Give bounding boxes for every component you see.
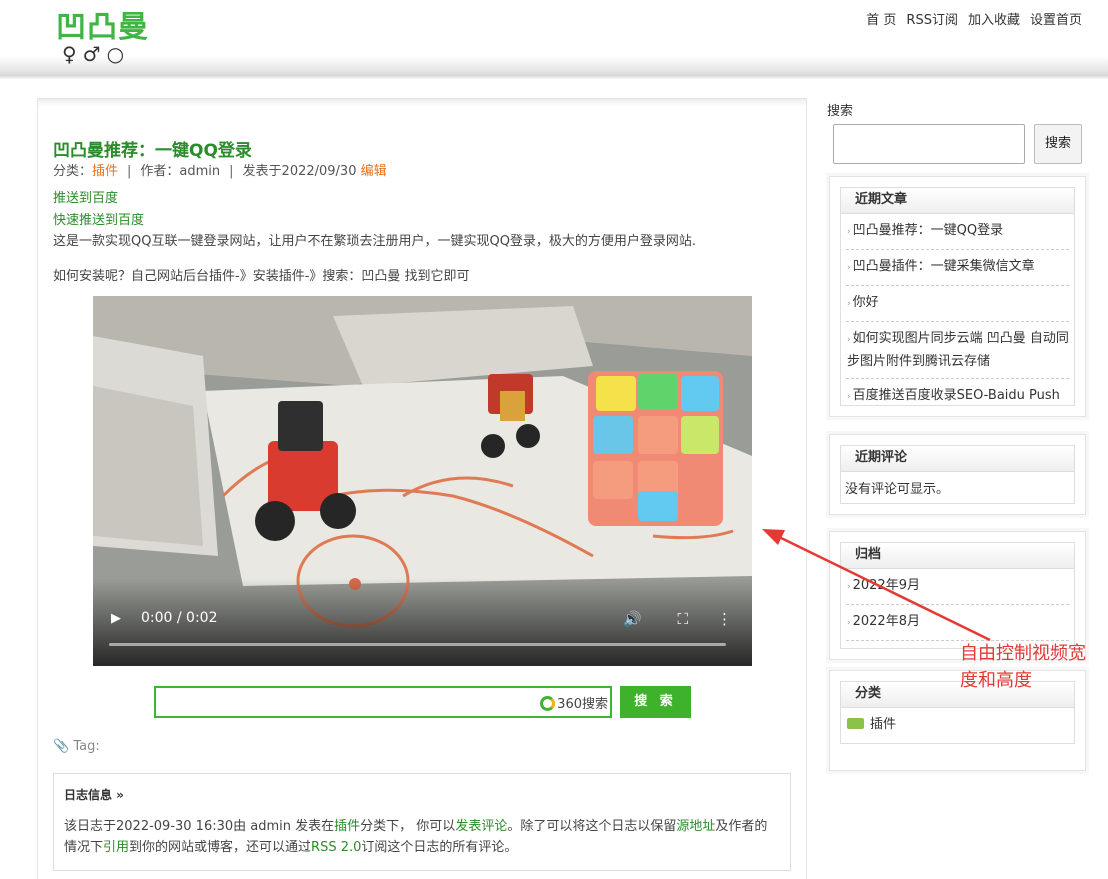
annotation-text: 自由控制视频宽 度和高度 [960,643,1086,691]
post-info-box: 日志信息 » 该日志于2022-09-30 16:30由 admin 发表在插件… [53,773,791,871]
header-divider [0,76,1108,79]
arrow-icon: › [847,227,851,237]
info-rss-link[interactable]: RSS 2.0 [311,840,361,855]
paperclip-icon: 📎 [53,739,70,754]
no-comments-text: 没有评论可显示。 [845,482,950,497]
post-info-text: 该日志于2022-09-30 16:30由 admin 发表在插件分类下， 你可… [64,819,768,855]
info-source-link[interactable]: 源地址 [676,819,715,834]
widget-inner: 近期评论 没有评论可显示。 [840,445,1075,504]
folder-icon [847,718,864,729]
archive-item[interactable]: › 2022年8月 [846,605,1069,641]
post-paragraph: 这是一款实现QQ互联一键登录网站，让用户不在繁琐去注册用户，一键实现QQ登录，极… [53,234,697,249]
volume-icon[interactable]: 🔊 [623,610,642,628]
push-baidu-link[interactable]: 推送到百度 [53,187,118,206]
info-quote-link[interactable]: 引用 [103,840,129,855]
post-title[interactable]: 凹凸曼推荐：一键QQ登录 [53,136,252,161]
archive-item[interactable]: › 2022年9月 [846,569,1069,605]
meta-separator: | [127,164,132,179]
nav-bookmark[interactable]: 加入收藏 [968,9,1020,28]
video-progress-bar[interactable] [109,643,726,646]
fast-push-baidu-link[interactable]: 快速推送到百度 [53,209,144,228]
main-top-shade [38,99,806,107]
search-360-button[interactable]: 搜 索 [620,686,691,718]
arrow-icon: › [847,263,851,273]
search-360-input[interactable]: 360搜索 [154,686,612,718]
arrow-icon: › [847,582,851,592]
main-content: 凹凸曼推荐：一键QQ登录 分类：插件 | 作者：admin | 发表于2022/09/3… [37,98,807,879]
widget-title: 归档 [841,543,1074,569]
meta-date: 发表于2022/09/30 [242,164,357,179]
logo-gender-icons: ♀♂○ [62,42,131,66]
nav-set-home[interactable]: 设置首页 [1030,9,1082,28]
category-item[interactable]: 插件 [846,708,1069,741]
recent-post-item[interactable]: › 凹凸曼插件：一键采集微信文章 [846,250,1069,286]
meta-separator: | [229,164,234,179]
logo-text: 凹凸曼 [56,10,149,45]
widget-title: 近期评论 [841,446,1074,472]
post-info-title: 日志信息 » [64,788,124,802]
site-logo[interactable]: 凹凸曼 ♀♂○ [56,10,156,66]
sidebar-search-input[interactable] [833,124,1025,164]
arrow-icon: › [847,392,851,402]
sidebar-search-button[interactable]: 搜索 [1034,124,1082,164]
video-player[interactable]: ▶ 0:00 / 0:02 🔊 ⛶ ⋮ [93,296,752,666]
post-paragraph: 如何安装呢？自己网站后台插件-》安装插件-》搜索：凹凸曼 找到它即可 [53,269,470,284]
search-360-brand: 360搜索 [540,693,608,712]
meta-category-link[interactable]: 插件 [92,164,118,179]
meta-category-label: 分类： [53,164,93,179]
play-icon[interactable]: ▶ [111,611,121,626]
fullscreen-icon[interactable]: ⛶ [677,610,688,628]
tag-line: 📎 Tag: [53,739,100,754]
widget-recent-comments: 近期评论 没有评论可显示。 [829,434,1086,515]
recent-post-item[interactable]: › 如何实现图片同步云端 凹凸曼 自动同步图片附件到腾讯云存储 [846,322,1069,379]
more-options-icon[interactable]: ⋮ [717,610,732,628]
edit-link[interactable]: 编辑 [361,164,387,179]
nav-rss[interactable]: RSS订阅 [906,9,958,28]
widget-title: 近期文章 [841,188,1074,214]
info-comment-link[interactable]: 发表评论 [455,819,507,834]
video-time: 0:00 / 0:02 [141,610,218,626]
widget-recent-posts: 近期文章 › 凹凸曼推荐：一键QQ登录 › 凹凸曼插件：一键采集微信文章 › 你好 ›… [829,176,1086,417]
top-nav: 首 页 RSS订阅 加入收藏 设置首页 [866,9,1082,28]
widget-inner: 近期文章 › 凹凸曼推荐：一键QQ登录 › 凹凸曼插件：一键采集微信文章 › 你好 ›… [840,187,1075,406]
arrow-icon: › [847,299,851,309]
post-meta: 分类：插件 | 作者：admin | 发表于2022/09/30 编辑 [53,160,387,179]
arrow-icon: › [847,335,851,345]
sidebar-search-label: 搜索 [827,104,854,119]
arrow-icon: › [847,618,851,628]
widget-inner: 归档 › 2022年9月 › 2022年8月 [840,542,1075,649]
recent-post-item[interactable]: › 凹凸曼推荐：一键QQ登录 [846,214,1069,250]
info-category-link[interactable]: 插件 [334,819,360,834]
recent-post-item[interactable]: › 百度推送百度收录SEO-Baidu Push [846,379,1069,414]
recent-post-item[interactable]: › 你好 [846,286,1069,322]
search-360-logo-icon [540,696,556,711]
nav-home[interactable]: 首 页 [866,9,896,28]
meta-author: 作者：admin [140,164,221,179]
